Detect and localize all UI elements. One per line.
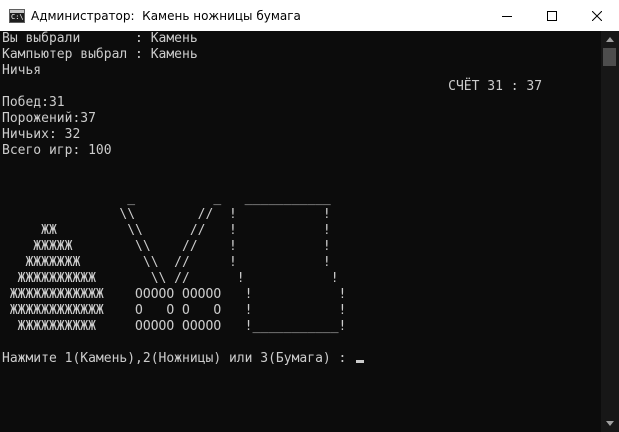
console-window: C:\ Администратор: Камень ножницы бумага bbox=[0, 0, 619, 432]
chevron-up-icon bbox=[606, 37, 614, 42]
console-output[interactable]: Вы выбрали : Камень Кампьютер выбрал : К… bbox=[0, 31, 601, 432]
window-title: Администратор: Камень ножницы бумага bbox=[31, 8, 301, 23]
output-line-you-chose: Вы выбрали : Камень bbox=[2, 31, 198, 46]
ascii-art-line: ЖЖЖЖЖЖЖЖЖЖ \\ // ! ! bbox=[2, 271, 339, 286]
command-prompt-icon[interactable]: C:\ bbox=[9, 8, 25, 23]
ascii-art-line: \\ // ! ! bbox=[2, 207, 331, 222]
ascii-art-line: ЖЖЖЖЖЖЖЖЖЖ OOOOO OOOOO !___________! bbox=[2, 319, 347, 334]
icon-label: C:\ bbox=[11, 12, 24, 21]
output-line-losses: Порожений:37 bbox=[2, 111, 96, 126]
scroll-thumb[interactable] bbox=[603, 48, 616, 66]
minimize-icon bbox=[501, 15, 512, 17]
chevron-down-icon bbox=[606, 421, 614, 426]
input-prompt: Нажмите 1(Камень),2(Ножницы) или 3(Бумаг… bbox=[2, 351, 355, 366]
ascii-art-line: ЖЖЖЖЖЖЖЖЖЖЖЖ O O O O ! ! bbox=[2, 303, 347, 318]
ascii-art-line: _ _ ___________ bbox=[2, 191, 331, 206]
maximize-button[interactable] bbox=[529, 0, 574, 31]
ascii-art-line: ЖЖЖЖЖЖЖ \\ // ! ! bbox=[2, 255, 331, 270]
ascii-art-line: ЖЖЖЖЖЖЖЖЖЖЖЖ OOOOO OOOOO ! ! bbox=[2, 287, 347, 302]
title-bar[interactable]: C:\ Администратор: Камень ножницы бумага bbox=[0, 0, 619, 31]
minimize-button[interactable] bbox=[484, 0, 529, 31]
text-cursor bbox=[356, 360, 365, 363]
ascii-art-line: ЖЖ \\ // ! ! bbox=[2, 223, 331, 238]
scroll-up-button[interactable] bbox=[601, 31, 619, 48]
output-line-result: Ничья bbox=[2, 63, 42, 78]
close-icon bbox=[591, 10, 602, 21]
output-line-computer-chose: Кампьютер выбрал : Камень bbox=[2, 47, 198, 62]
output-line-wins: Побед:31 bbox=[2, 95, 65, 110]
maximize-icon bbox=[546, 10, 557, 21]
output-line-score: СЧЁТ 31 : 37 bbox=[2, 79, 543, 94]
vertical-scrollbar[interactable] bbox=[601, 31, 619, 432]
window-controls bbox=[484, 0, 619, 31]
scroll-down-button[interactable] bbox=[601, 415, 619, 432]
close-button[interactable] bbox=[574, 0, 619, 31]
output-line-total-games: Всего игр: 100 bbox=[2, 143, 112, 158]
ascii-art-line: ЖЖЖЖЖ \\ // ! ! bbox=[2, 239, 331, 254]
input-prompt-line[interactable]: Нажмите 1(Камень),2(Ножницы) или 3(Бумаг… bbox=[2, 351, 365, 367]
output-line-draws: Ничьих: 32 bbox=[2, 127, 81, 142]
